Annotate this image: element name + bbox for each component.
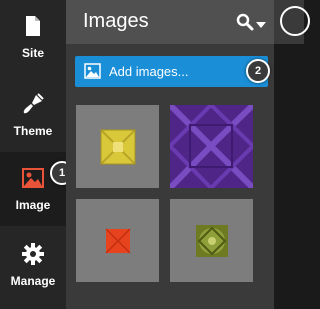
sidebar-item-theme[interactable]: Theme <box>0 78 66 152</box>
panel-title: Images <box>83 10 149 32</box>
images-panel: Images Add images... <box>66 0 274 309</box>
sidebar: Site Theme Image Manage <box>0 0 66 309</box>
image-icon <box>21 166 45 190</box>
sidebar-item-site[interactable]: Site <box>0 0 66 74</box>
sidebar-item-label: Image <box>15 198 51 212</box>
gear-icon <box>21 242 45 266</box>
add-images-label: Add images... <box>109 64 189 79</box>
document-icon <box>21 14 45 38</box>
circle-button[interactable] <box>280 6 310 36</box>
panel-header: Images <box>66 0 274 44</box>
image-thumbnail-3[interactable] <box>76 199 159 282</box>
canvas-area <box>274 44 304 309</box>
purple-diamond-pattern <box>167 102 256 191</box>
sidebar-item-label: Site <box>21 46 44 60</box>
image-thumbnail-4[interactable] <box>170 199 253 282</box>
green-medallion-pattern <box>196 225 228 257</box>
sidebar-item-label: Theme <box>13 124 53 138</box>
brush-icon <box>21 92 45 116</box>
sidebar-item-manage[interactable]: Manage <box>0 228 66 302</box>
chevron-down-icon <box>256 16 266 34</box>
sidebar-item-label: Manage <box>10 274 56 288</box>
red-square-pattern <box>105 228 131 254</box>
image-thumbnail-2[interactable] <box>167 102 256 191</box>
image-thumbnail-1[interactable] <box>76 105 159 188</box>
right-header-area <box>274 0 310 44</box>
image-icon <box>84 63 101 80</box>
search-icon <box>236 13 254 36</box>
search-dropdown-button[interactable] <box>236 13 266 36</box>
add-images-button[interactable]: Add images... <box>75 56 268 87</box>
callout-badge-2: 2 <box>246 59 270 83</box>
yellow-quilt-pattern <box>100 129 136 165</box>
